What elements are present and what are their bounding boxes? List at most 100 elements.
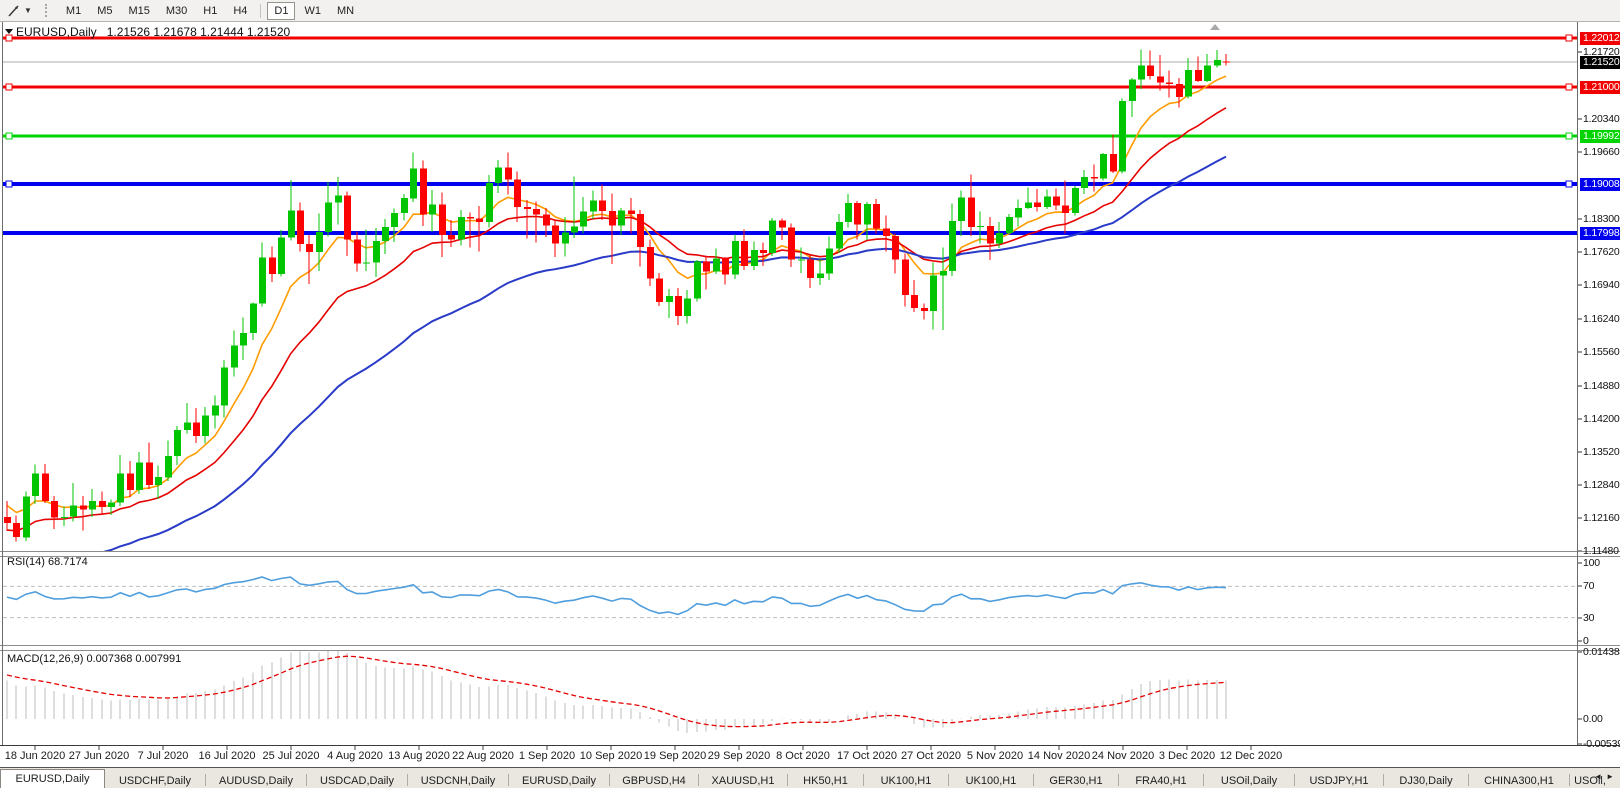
candle-body <box>788 228 795 260</box>
chart-tab-usoil-daily[interactable]: USOil,Daily <box>1204 774 1294 788</box>
chart-tab-gbpusd-h4[interactable]: GBPUSD,H4 <box>610 774 698 788</box>
date-label: 4 Aug 2020 <box>327 750 383 762</box>
chart-tab-ger30-h1[interactable]: GER30,H1 <box>1034 774 1118 788</box>
candle-body <box>968 198 975 227</box>
price-tick-label: 1.13520 <box>1583 446 1620 458</box>
candle-body <box>684 299 691 316</box>
price-tick-label: 1.11480 <box>1583 545 1619 557</box>
hline-marker[interactable] <box>1566 133 1572 139</box>
candle-body <box>325 203 332 232</box>
candle-body <box>32 473 39 496</box>
candle-body <box>89 501 96 509</box>
candle-body <box>259 258 266 304</box>
candle-body <box>202 415 209 436</box>
chart-tab-uk100-h1[interactable]: UK100,H1 <box>864 774 948 788</box>
candle-body <box>609 211 616 226</box>
date-label: 8 Oct 2020 <box>776 750 830 762</box>
chart-tab-usdjpy-h1[interactable]: USDJPY,H1 <box>1295 774 1383 788</box>
candle-body <box>599 201 606 211</box>
candle-body <box>694 262 701 299</box>
candle-body <box>590 201 597 212</box>
candle-body <box>1176 84 1183 97</box>
hline-marker[interactable] <box>6 133 12 139</box>
candle-body <box>798 260 805 261</box>
candle-body <box>864 204 871 225</box>
hline-marker[interactable] <box>6 181 12 187</box>
rsi-scale-label: 100 <box>1583 557 1600 569</box>
candle-body <box>958 198 965 221</box>
hline-marker[interactable] <box>1566 84 1572 90</box>
hline-marker[interactable] <box>6 35 12 41</box>
price-tick-label: 1.16240 <box>1583 313 1620 325</box>
candle-body <box>1129 80 1136 102</box>
candle-body <box>373 241 380 263</box>
candle-body <box>1204 66 1211 82</box>
candle-body <box>127 473 134 490</box>
candle-body <box>306 244 313 252</box>
candle-body <box>61 517 68 518</box>
candle-body <box>1053 196 1060 205</box>
date-label: 16 Jul 2020 <box>199 750 256 762</box>
candle-body <box>1166 83 1173 85</box>
candle-body <box>429 205 436 215</box>
chart-tab-fra40-h1[interactable]: FRA40,H1 <box>1119 774 1203 788</box>
candle-body <box>174 430 181 456</box>
mt4-window: ▼ M1M5M15M30H1H4D1W1MN EURUSD,Daily1.215… <box>0 0 1620 788</box>
window-menu-triangle-icon[interactable] <box>5 29 13 34</box>
candle-body <box>240 333 247 346</box>
chart-tab-china300-h1[interactable]: CHINA300,H1 <box>1469 774 1569 788</box>
candle-body <box>618 210 625 225</box>
chart-tab-eurusd-daily[interactable]: EURUSD,Daily <box>509 774 609 788</box>
hline-marker[interactable] <box>1566 35 1572 41</box>
hline-marker[interactable] <box>6 84 12 90</box>
candle-body <box>155 477 162 485</box>
tab-scroll-left-button[interactable]: ◄ <box>1594 772 1606 781</box>
candle-body <box>486 183 493 222</box>
candle-body <box>1015 208 1022 217</box>
candle-body <box>1147 66 1154 77</box>
candle-body <box>136 463 143 490</box>
candle-body <box>1185 70 1192 97</box>
fast-ma-line <box>7 76 1226 512</box>
candle-body <box>420 169 427 215</box>
candle-body <box>769 221 776 253</box>
chart-tab-uk100-h1[interactable]: UK100,H1 <box>949 774 1033 788</box>
candle-body <box>580 211 587 226</box>
date-label: 19 Sep 2020 <box>644 750 706 762</box>
chart-tab-hk50-h1[interactable]: HK50,H1 <box>788 774 863 788</box>
chart-tab-eurusd-daily[interactable]: EURUSD,Daily <box>0 769 105 788</box>
date-label: 27 Jun 2020 <box>69 750 130 762</box>
moving-averages <box>7 76 1226 582</box>
chart-tab-xauusd-h1[interactable]: XAUUSD,H1 <box>699 774 787 788</box>
macd-pane-splitter[interactable] <box>0 645 1620 651</box>
candle-body <box>751 250 758 266</box>
candle-body <box>996 233 1003 244</box>
candle-body <box>250 304 257 333</box>
price-tick-label: 1.14880 <box>1583 380 1620 392</box>
price-tick-label: 1.12160 <box>1583 512 1620 524</box>
candle-body <box>977 226 984 227</box>
chart-shift-marker-icon[interactable] <box>1210 24 1220 30</box>
chart-tab-usdcnh-daily[interactable]: USDCNH,Daily <box>408 774 508 788</box>
tab-scroll-right-button[interactable]: ► <box>1606 772 1618 781</box>
candle-body <box>297 210 304 244</box>
rsi-pane-splitter[interactable] <box>0 551 1620 557</box>
chart-tab-dj30-daily[interactable]: DJ30,Daily <box>1384 774 1468 788</box>
candle-body <box>1100 154 1107 179</box>
candle-body <box>23 496 30 537</box>
candle-body <box>732 241 739 274</box>
chart-tab-audusd-daily[interactable]: AUDUSD,Daily <box>206 774 306 788</box>
candle-body <box>892 236 899 260</box>
chart-canvas[interactable] <box>0 0 1620 767</box>
chart-tab-usdcad-daily[interactable]: USDCAD,Daily <box>307 774 407 788</box>
hline-marker[interactable] <box>1566 181 1572 187</box>
candle-body <box>51 501 58 518</box>
rsi-scale-label: 70 <box>1583 580 1594 592</box>
candle-body <box>1081 177 1088 188</box>
date-label: 13 Aug 2020 <box>388 750 450 762</box>
chart-tab-usdchf-daily[interactable]: USDCHF,Daily <box>105 774 205 788</box>
macd-signal-line <box>7 656 1226 726</box>
candle-body <box>1034 203 1041 207</box>
date-label: 22 Aug 2020 <box>452 750 514 762</box>
date-label: 17 Oct 2020 <box>837 750 897 762</box>
